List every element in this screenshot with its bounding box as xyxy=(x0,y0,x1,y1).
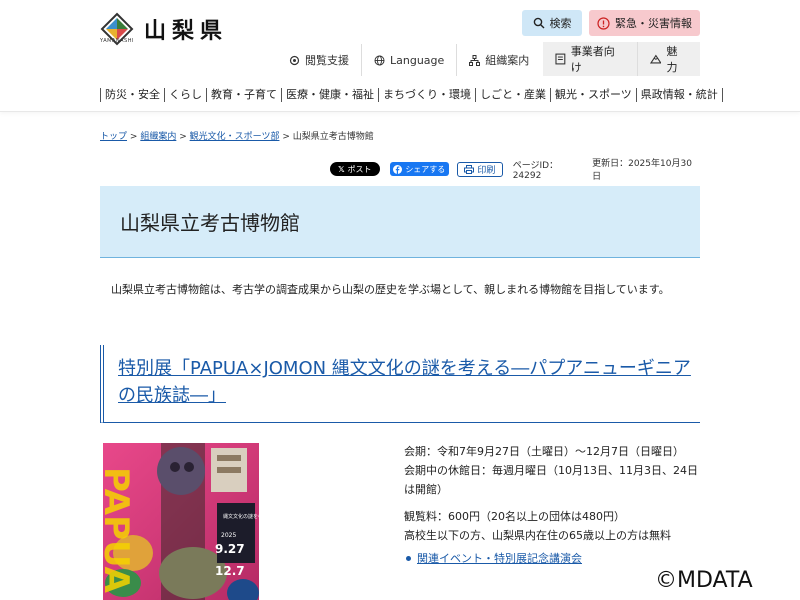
nav-item-disaster[interactable]: 防災・安全 xyxy=(100,88,164,102)
logo-text: 山梨県 xyxy=(144,19,229,44)
breadcrumb-current: 山梨県立考古博物館 xyxy=(292,132,374,142)
org-chart-icon xyxy=(469,54,481,66)
breadcrumb-link[interactable]: 組織案内 xyxy=(140,132,176,142)
x-post-button[interactable]: 𝕏 ポスト xyxy=(330,162,380,176)
page-title-box: 山梨県立考古博物館 xyxy=(100,186,700,258)
svg-text:縄文文化の謎を考える: 縄文文化の謎を考える xyxy=(223,513,259,520)
site-header: 山梨県 YAMANASHI 検索 緊急・災害情報 閲覧支援 Language 組… xyxy=(0,0,800,112)
share-toolbar: 𝕏 ポスト シェアする 印刷 ページID：24292 更新日：2025年10月3… xyxy=(330,159,700,182)
facebook-share-label: シェアする xyxy=(405,164,446,174)
breadcrumb-link[interactable]: 観光文化・スポーツ部 xyxy=(190,132,280,142)
nav-item-living[interactable]: くらし xyxy=(164,88,206,102)
exhibit-info: 会期：令和7年9月27日（土曜日）～12月7日（日曜日） 会期中の休館日：毎週月… xyxy=(404,442,700,568)
poster-title-text: PAPUA xyxy=(103,467,136,594)
subnav-label: 魅力 xyxy=(666,45,678,74)
nav-item-tourism[interactable]: 観光・スポーツ xyxy=(550,88,636,102)
nav-item-government[interactable]: 県政情報・統計 xyxy=(635,88,723,102)
poster-start-date: 9.27 xyxy=(215,542,245,556)
facebook-share-button[interactable]: シェアする xyxy=(389,162,450,176)
poster-year: 2025 xyxy=(221,532,236,539)
subnav-item-accessibility[interactable]: 閲覧支援 xyxy=(277,44,361,76)
x-logo-icon: 𝕏 xyxy=(338,164,345,174)
utility-nav: 閲覧支援 Language 組織案内 xyxy=(277,44,541,76)
breadcrumb-separator: > xyxy=(179,132,187,142)
mountain-icon xyxy=(649,54,662,64)
page-title: 山梨県立考古博物館 xyxy=(120,211,300,235)
print-label: 印刷 xyxy=(477,165,496,176)
breadcrumb-separator: > xyxy=(129,132,138,142)
subnav-label: 閲覧支援 xyxy=(305,54,349,67)
emergency-label: 緊急・災害情報 xyxy=(615,17,692,30)
subnav-item-organization[interactable]: 組織案内 xyxy=(456,44,541,76)
alert-icon xyxy=(597,16,610,30)
related-event-label[interactable]: 関連イベント・特別展記念講演会 xyxy=(417,549,582,568)
subnav-label: 組織案内 xyxy=(485,54,530,67)
exhibit-heading: 特別展「PAPUA×JOMON 縄文文化の謎を考える―パプアニューギニアの民族誌… xyxy=(100,345,700,423)
search-icon xyxy=(533,17,544,29)
nav-item-work[interactable]: しごと・産業 xyxy=(475,88,550,102)
poster-end-date: 12.7 xyxy=(215,564,245,578)
nav-item-community[interactable]: まちづくり・環境 xyxy=(378,88,475,102)
nav-item-education[interactable]: 教育・子育て xyxy=(206,88,281,102)
emergency-button[interactable]: 緊急・災害情報 xyxy=(589,10,700,36)
facebook-icon xyxy=(393,164,403,174)
globe-icon xyxy=(374,55,385,65)
breadcrumb-separator: > xyxy=(282,132,290,142)
exhibit-free-note: 高校生以下の方、山梨県内在住の65歳以上の方は無料 xyxy=(404,529,671,542)
exhibit-closed-days: 会期中の休館日：毎週月曜日（10月13日、11月3日、24日は開館） xyxy=(404,464,698,496)
intro-text: 山梨県立考古博物館は、考古学の調査成果から山梨の歴史を学ぶ場として、親しまれる博… xyxy=(111,283,670,296)
breadcrumb-link[interactable]: トップ xyxy=(100,132,127,142)
subnav-label: Language xyxy=(390,53,445,67)
print-button[interactable]: 印刷 xyxy=(457,161,503,177)
nav-item-health[interactable]: 医療・健康・福祉 xyxy=(281,88,378,102)
global-nav: 防災・安全 くらし 教育・子育て 医療・健康・福祉 まちづくり・環境 しごと・産… xyxy=(100,88,723,102)
watermark: ©MDATA xyxy=(655,568,753,593)
exhibit-fee: 観覧料：600円（20名以上の団体は480円） xyxy=(404,510,625,523)
exhibit-poster-image[interactable]: 縄文文化の謎を考える PAPUA 2025 9.27 12.7 xyxy=(103,443,259,600)
x-post-label: ポスト xyxy=(347,164,372,174)
audience-nav: 事業者向け 魅力 xyxy=(543,42,700,76)
building-icon xyxy=(555,53,566,65)
updated-date: 更新日：2025年10月30日 xyxy=(592,159,692,182)
bullet-icon xyxy=(406,556,411,561)
exhibit-period: 会期：令和7年9月27日（土曜日）～12月7日（日曜日） xyxy=(404,445,684,458)
logo-subtext: YAMANASHI xyxy=(100,38,134,44)
printer-icon xyxy=(464,164,475,174)
breadcrumb: トップ > 組織案内 > 観光文化・スポーツ部 > 山梨県立考古博物館 xyxy=(100,129,374,142)
related-event-link[interactable]: 関連イベント・特別展記念講演会 xyxy=(404,549,700,568)
subnav-item-attractions[interactable]: 魅力 xyxy=(636,42,700,76)
search-label: 検索 xyxy=(549,17,572,30)
subnav-item-language[interactable]: Language xyxy=(361,44,456,76)
gear-icon xyxy=(289,55,300,65)
page-id: ページID：24292 xyxy=(512,160,559,181)
search-button[interactable]: 検索 xyxy=(522,10,582,36)
exhibit-title-link[interactable]: 特別展「PAPUA×JOMON 縄文文化の謎を考える―パプアニューギニアの民族誌… xyxy=(118,358,691,406)
subnav-label: 事業者向け xyxy=(570,45,615,74)
subnav-item-business[interactable]: 事業者向け xyxy=(543,42,637,76)
